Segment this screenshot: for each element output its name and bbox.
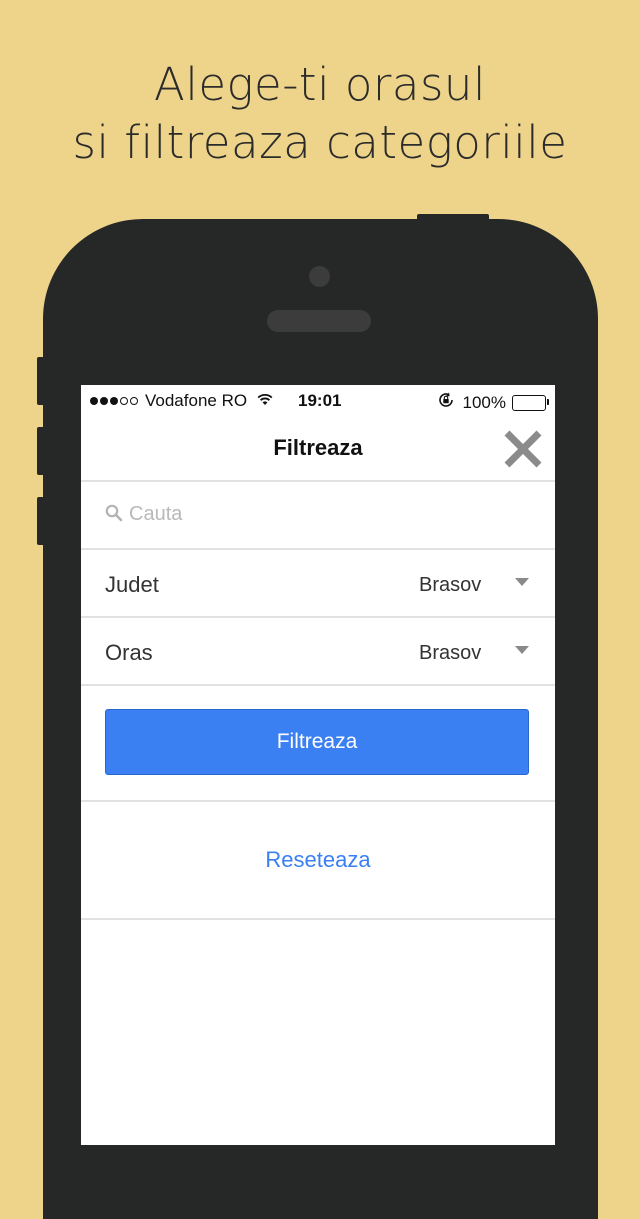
rotation-lock-icon (437, 391, 455, 414)
wifi-icon (256, 391, 274, 411)
status-left: Vodafone RO (90, 391, 274, 411)
search-input[interactable] (129, 498, 529, 530)
search-row (81, 482, 555, 550)
reset-row: Reseteaza (81, 802, 555, 920)
promo-headline: Alege-ti orasul si filtreaza categoriile (0, 56, 640, 172)
nav-bar: Filtreaza (81, 415, 555, 482)
county-select[interactable]: Judet Brasov (81, 550, 555, 618)
close-icon (504, 430, 542, 468)
phone-screen: Vodafone RO 19:01 100% Filtreaza Cauta J… (81, 385, 555, 1145)
page-title: Filtreaza (273, 435, 363, 460)
reset-button[interactable]: Reseteaza (81, 847, 555, 873)
city-value: Brasov (419, 642, 482, 664)
search-icon (105, 504, 123, 527)
battery-icon (512, 394, 549, 411)
filter-button[interactable]: Filtreaza (105, 709, 529, 775)
close-button[interactable] (501, 427, 545, 471)
battery-percent: 100% (462, 392, 506, 412)
chevron-down-icon (515, 578, 529, 586)
status-bar: Vodafone RO 19:01 100% (81, 385, 555, 415)
city-select[interactable]: Oras Brasov (81, 618, 555, 686)
filter-button-row: Filtreaza (81, 684, 555, 802)
promo-headline-line-1: Alege-ti orasul (154, 58, 486, 111)
signal-strength-icon (90, 397, 140, 405)
county-label: Judet (105, 572, 159, 597)
city-label: Oras (105, 640, 153, 665)
carrier-name: Vodafone RO (145, 391, 248, 410)
phone-speaker (267, 310, 371, 332)
chevron-down-icon (515, 646, 529, 654)
promo-headline-line-2: si filtreaza categoriile (72, 116, 568, 169)
status-time: 19:01 (298, 391, 342, 410)
county-value: Brasov (419, 574, 482, 596)
phone-camera (309, 266, 330, 287)
status-right: 100% (437, 391, 549, 414)
